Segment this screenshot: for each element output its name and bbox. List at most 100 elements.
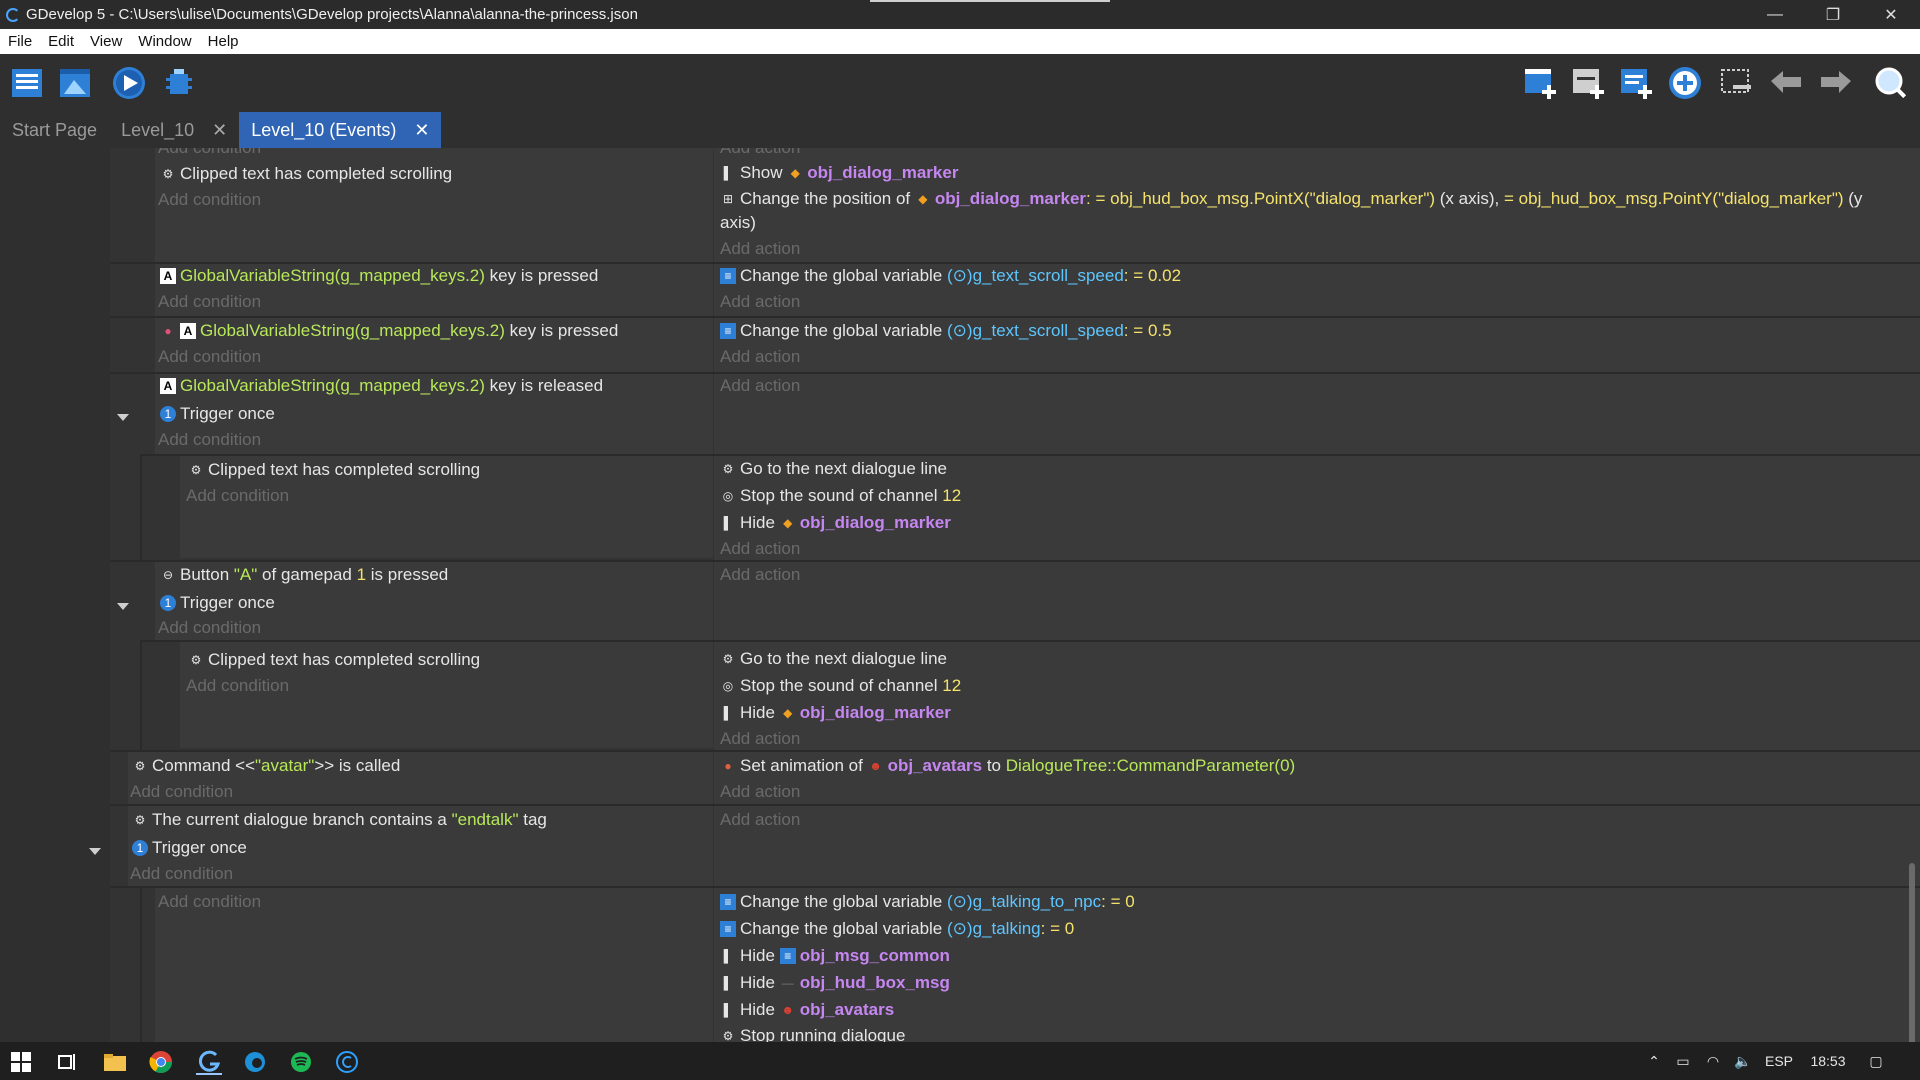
- spotify-button[interactable]: [288, 1049, 314, 1075]
- subevent-5-1-action-2[interactable]: ◎ Stop the sound of channel 12: [720, 674, 961, 698]
- undo-button[interactable]: [1768, 64, 1806, 102]
- subevent-7-1-action-1[interactable]: ≡ Change the global variable (⊙) g_talking…: [720, 890, 1135, 914]
- event-2-action-1[interactable]: ≡ Change the global variable (⊙) g_text_sc…: [720, 264, 1181, 288]
- preview-button[interactable]: [110, 64, 148, 102]
- add-action-link[interactable]: Add action: [720, 780, 800, 804]
- subevent-7-1-action-3[interactable]: ▌ Hide ≡ obj_msg_common: [720, 944, 950, 968]
- search-events-button[interactable]: [1872, 64, 1910, 102]
- menu-file[interactable]: File: [0, 33, 40, 50]
- add-action-link[interactable]: Add action: [720, 537, 800, 561]
- windows-taskbar: ⌃ ▭ ◠ 🔈 ESP 18:53 ▢: [0, 1042, 1920, 1080]
- collapse-arrow-icon[interactable]: [117, 414, 129, 421]
- event-1-action-1[interactable]: ▌ Show ◆ obj_dialog_marker: [720, 161, 959, 185]
- subevent-4-1-action-3[interactable]: ▌ Hide ◆ obj_dialog_marker: [720, 511, 951, 535]
- subevent-4-1-condition-1[interactable]: ⚙ Clipped text has completed scrolling: [188, 458, 481, 482]
- add-condition-link[interactable]: Add condition: [186, 484, 289, 508]
- show-hidden-icons-icon[interactable]: ⌃: [1640, 1053, 1668, 1070]
- subevent-7-1-action-5[interactable]: ▌ Hide ☻ obj_avatars: [720, 998, 894, 1022]
- tab-level-10-events[interactable]: Level_10 (Events) ✕: [239, 112, 442, 148]
- add-action-link[interactable]: Add action: [720, 808, 800, 832]
- collapse-arrow-icon[interactable]: [117, 603, 129, 610]
- menu-view[interactable]: View: [82, 33, 130, 50]
- add-action-link[interactable]: Add action: [720, 345, 800, 369]
- tab-start-page[interactable]: Start Page: [0, 112, 109, 148]
- menu-help[interactable]: Help: [200, 33, 247, 50]
- battery-icon[interactable]: ▭: [1668, 1053, 1698, 1070]
- event-5-condition-2[interactable]: 1 Trigger once: [160, 591, 275, 615]
- add-action-link[interactable]: Add action: [720, 290, 800, 314]
- add-action-link[interactable]: Add action: [720, 727, 800, 751]
- event-6-action-1[interactable]: ● Set animation of ☻ obj_avatars to Dialog…: [720, 754, 1295, 778]
- tab-level-10[interactable]: Level_10 ✕: [109, 112, 239, 148]
- add-condition-link[interactable]: Add condition: [158, 345, 261, 369]
- language-indicator[interactable]: ESP: [1758, 1053, 1800, 1069]
- chrome-button[interactable]: [148, 1049, 174, 1075]
- add-action-link[interactable]: Add action: [720, 563, 800, 587]
- add-other-button[interactable]: [1666, 64, 1704, 102]
- menu-edit[interactable]: Edit: [40, 33, 82, 50]
- add-condition-link[interactable]: Add condition: [158, 428, 261, 452]
- event-5-condition-1[interactable]: ⊖ Button "A" of gamepad 1 is pressed: [160, 563, 448, 587]
- minimize-button[interactable]: —: [1746, 0, 1804, 29]
- event-3-condition-1[interactable]: ● A GlobalVariableString(g_mapped_keys.2) …: [160, 319, 618, 343]
- gdevelop-taskbar-button[interactable]: [196, 1049, 222, 1075]
- scene-editor-button[interactable]: [56, 64, 94, 102]
- debugger-button[interactable]: [160, 64, 198, 102]
- event-1-condition-1[interactable]: ⚙ Clipped text has completed scrolling: [160, 162, 453, 186]
- event-4-condition-1[interactable]: A GlobalVariableString(g_mapped_keys.2) k…: [160, 374, 603, 398]
- subevent-4-1-action-1[interactable]: ⚙ Go to the next dialogue line: [720, 457, 947, 481]
- add-action-link[interactable]: Add action: [720, 374, 800, 398]
- project-manager-button[interactable]: [8, 64, 46, 102]
- delete-selection-button[interactable]: [1718, 64, 1756, 102]
- maximize-button[interactable]: ❐: [1804, 0, 1862, 29]
- subevent-7-1-action-4[interactable]: ▌ Hide — obj_hud_box_msg: [720, 971, 950, 995]
- gamepad-icon: ⊖: [162, 568, 174, 582]
- subevent-5-1-action-1[interactable]: ⚙ Go to the next dialogue line: [720, 647, 947, 671]
- clock[interactable]: 18:53: [1800, 1053, 1856, 1069]
- windows-start-button[interactable]: [8, 1049, 34, 1075]
- menu-window[interactable]: Window: [130, 33, 199, 50]
- subevent-4-1-action-2[interactable]: ◎ Stop the sound of channel 12: [720, 484, 961, 508]
- close-button[interactable]: ✕: [1862, 0, 1920, 29]
- subevent-7-1-action-2[interactable]: ≡ Change the global variable (⊙) g_talking…: [720, 917, 1074, 941]
- redo-button[interactable]: [1816, 64, 1854, 102]
- subevent-5-1-action-3[interactable]: ▌ Hide ◆ obj_dialog_marker: [720, 701, 951, 725]
- add-action-link[interactable]: Add action: [720, 237, 800, 261]
- event-1-action-2[interactable]: ⊞ Change the position of ◆ obj_dialog_mark…: [720, 187, 1862, 211]
- add-condition-link[interactable]: Add condition: [130, 862, 233, 886]
- file-explorer-button[interactable]: [102, 1049, 128, 1075]
- add-subevent-button[interactable]: [1570, 64, 1608, 102]
- collapse-arrow-icon[interactable]: [89, 848, 101, 855]
- event-3-action-1[interactable]: ≡ Change the global variable (⊙) g_text_sc…: [720, 319, 1172, 343]
- notification-icon[interactable]: ▢: [1856, 1053, 1896, 1070]
- close-tab-icon[interactable]: ✕: [212, 120, 227, 141]
- event-7-condition-2[interactable]: 1 Trigger once: [132, 836, 247, 860]
- event-2-condition-1[interactable]: A GlobalVariableString(g_mapped_keys.2) k…: [160, 264, 598, 288]
- subevent-5-1-condition-1[interactable]: ⚙ Clipped text has completed scrolling: [188, 648, 481, 672]
- event-4-condition-2[interactable]: 1 Trigger once: [160, 402, 275, 426]
- object-name: obj_dialog_marker: [807, 163, 959, 182]
- condition-text: Trigger once: [180, 593, 275, 612]
- dialogue-tree-icon: ⚙: [190, 653, 202, 667]
- add-condition-link[interactable]: Add condition: [130, 780, 233, 804]
- events-sheet[interactable]: Add condition Add action ⚙ Clipped text h…: [0, 148, 1920, 1042]
- task-view-button[interactable]: [54, 1049, 80, 1075]
- event-6-condition-1[interactable]: ⚙ Command << "avatar" >> is called: [132, 754, 401, 778]
- volume-icon[interactable]: 🔈: [1728, 1053, 1758, 1070]
- subevent-7-1-action-6[interactable]: ⚙ Stop running dialogue: [720, 1024, 906, 1042]
- wifi-icon[interactable]: ◠: [1698, 1053, 1728, 1070]
- add-condition-link[interactable]: Add condition: [158, 890, 261, 914]
- add-event-button[interactable]: [1522, 64, 1560, 102]
- close-tab-icon[interactable]: ✕: [414, 120, 429, 141]
- event-7-condition-1[interactable]: ⚙ The current dialogue branch contains a …: [132, 808, 547, 832]
- add-condition-link[interactable]: Add condition: [158, 188, 261, 212]
- add-condition-link[interactable]: Add condition: [158, 290, 261, 314]
- add-condition-link[interactable]: Add condition: [158, 148, 261, 160]
- edge-button[interactable]: [242, 1049, 268, 1075]
- add-condition-link[interactable]: Add condition: [158, 616, 261, 640]
- app-button[interactable]: [334, 1049, 360, 1075]
- add-condition-link[interactable]: Add condition: [186, 674, 289, 698]
- add-action-link[interactable]: Add action: [720, 148, 800, 160]
- vertical-scrollbar[interactable]: [1909, 863, 1915, 1042]
- add-comment-button[interactable]: [1618, 64, 1656, 102]
